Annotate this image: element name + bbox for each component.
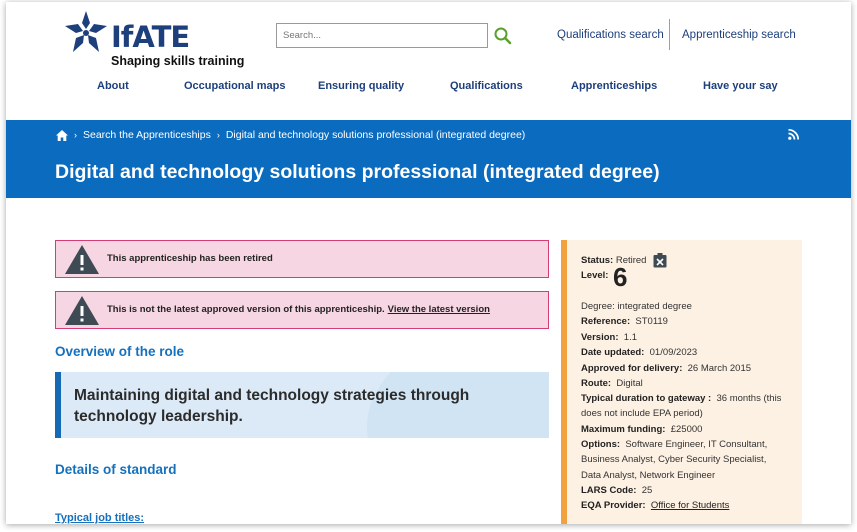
page-title: Digital and technology solutions profess… xyxy=(55,161,660,183)
apprenticeship-search-link[interactable]: Apprenticeship search xyxy=(682,29,796,41)
route-row: Route: Digital xyxy=(581,376,643,392)
nav-item-about[interactable]: About xyxy=(97,80,129,92)
alert-message: This apprenticeship has been retired xyxy=(107,253,273,264)
reference-value: ST0119 xyxy=(635,316,668,327)
star-logo-icon xyxy=(65,11,107,52)
chevron-right-icon: › xyxy=(74,130,77,140)
page-banner: › Search the Apprenticeships › Digital a… xyxy=(6,120,851,198)
search-box xyxy=(276,23,488,48)
rss-icon[interactable] xyxy=(788,129,799,140)
warning-icon xyxy=(65,296,99,325)
breadcrumb: › Search the Apprenticeships › Digital a… xyxy=(56,129,525,141)
brand-name: IfATE xyxy=(111,20,190,54)
eqa-label: EQA Provider: xyxy=(581,500,646,511)
eqa-provider-link[interactable]: Office for Students xyxy=(651,500,730,511)
version-label: Version: xyxy=(581,332,619,343)
qualifications-search-link[interactable]: Qualifications search xyxy=(557,29,664,41)
route-label: Route: xyxy=(581,378,612,389)
funding-row: Maximum funding: £25000 xyxy=(581,422,702,438)
nav-item-occupational-maps[interactable]: Occupational maps xyxy=(184,80,285,92)
level-label: Level: xyxy=(581,270,609,281)
search-input[interactable] xyxy=(277,24,487,47)
overview-heading: Overview of the role xyxy=(55,344,185,359)
divider xyxy=(669,19,670,50)
approved-row: Approved for delivery: 26 March 2015 xyxy=(581,361,751,377)
options-row-cont: Data Analyst, Network Engineer xyxy=(581,470,716,481)
reference-label: Reference: xyxy=(581,316,631,327)
lars-label: LARS Code: xyxy=(581,485,637,496)
brand-tagline: Shaping skills training xyxy=(111,54,245,68)
overview-quote: Maintaining digital and technology strat… xyxy=(55,372,549,438)
version-row: Version: 1.1 xyxy=(581,330,637,346)
options-row: Options: Software Engineer, IT Consultan… xyxy=(581,437,767,453)
retired-icon xyxy=(653,253,667,268)
alert-text: This is not the latest approved version … xyxy=(107,304,385,315)
funding-value: £25000 xyxy=(670,424,703,435)
nav-item-have-your-say[interactable]: Have your say xyxy=(703,80,778,92)
date-updated-label: Date updated: xyxy=(581,347,645,358)
options-label: Options: xyxy=(581,439,621,450)
search-icon xyxy=(494,27,512,45)
duration-row-cont: does not include EPA period) xyxy=(581,408,703,419)
duration-label: Typical duration to gateway : xyxy=(581,393,712,404)
chevron-right-icon: › xyxy=(216,130,220,140)
version-value: 1.1 xyxy=(623,332,637,343)
approved-label: Approved for delivery: xyxy=(581,363,683,374)
details-heading: Details of standard xyxy=(55,462,177,477)
nav-item-qualifications[interactable]: Qualifications xyxy=(450,80,523,92)
search-button[interactable] xyxy=(490,23,516,48)
view-latest-version-link[interactable]: View the latest version xyxy=(388,304,490,315)
nav-item-apprenticeships[interactable]: Apprenticeships xyxy=(571,80,657,92)
retired-alert: This apprenticeship has been retired xyxy=(55,240,549,278)
status-label: Status: xyxy=(581,255,614,267)
page-frame: IfATE Shaping skills training Qualificat… xyxy=(6,2,851,524)
alert-message: This is not the latest approved version … xyxy=(107,304,490,315)
approved-value: 26 March 2015 xyxy=(687,363,752,374)
route-value: Digital xyxy=(616,378,643,389)
ifate-logo[interactable]: IfATE Shaping skills training xyxy=(64,10,264,70)
nav-item-ensuring-quality[interactable]: Ensuring quality xyxy=(318,80,404,92)
breadcrumb-search-apprenticeships[interactable]: Search the Apprenticeships xyxy=(83,129,211,141)
degree-row: Degree: integrated degree xyxy=(581,301,692,312)
overview-quote-text: Maintaining digital and technology strat… xyxy=(74,387,470,425)
duration-value: 36 months (this xyxy=(716,393,782,404)
breadcrumb-current[interactable]: Digital and technology solutions profess… xyxy=(226,129,525,141)
home-icon[interactable] xyxy=(56,129,68,141)
lars-row: LARS Code: 25 xyxy=(581,483,652,499)
eqa-row: EQA Provider: Office for Students xyxy=(581,498,729,514)
date-updated-value: 01/09/2023 xyxy=(649,347,698,358)
not-latest-alert: This is not the latest approved version … xyxy=(55,291,549,329)
duration-row: Typical duration to gateway : 36 months … xyxy=(581,391,781,407)
funding-label: Maximum funding: xyxy=(581,424,666,435)
reference-row: Reference: ST0119 xyxy=(581,314,668,330)
options-row-cont: Business Analyst, Cyber Security Special… xyxy=(581,454,767,465)
standard-summary-panel: Status: Retired Level: 6 Degree: integra… xyxy=(561,240,802,524)
warning-icon xyxy=(65,245,99,274)
date-updated-row: Date updated: 01/09/2023 xyxy=(581,345,697,361)
level-value: 6 xyxy=(613,262,628,292)
job-titles-heading: Typical job titles: xyxy=(55,512,145,524)
lars-value: 25 xyxy=(641,485,653,496)
options-value: Software Engineer, IT Consultant, xyxy=(625,439,768,450)
